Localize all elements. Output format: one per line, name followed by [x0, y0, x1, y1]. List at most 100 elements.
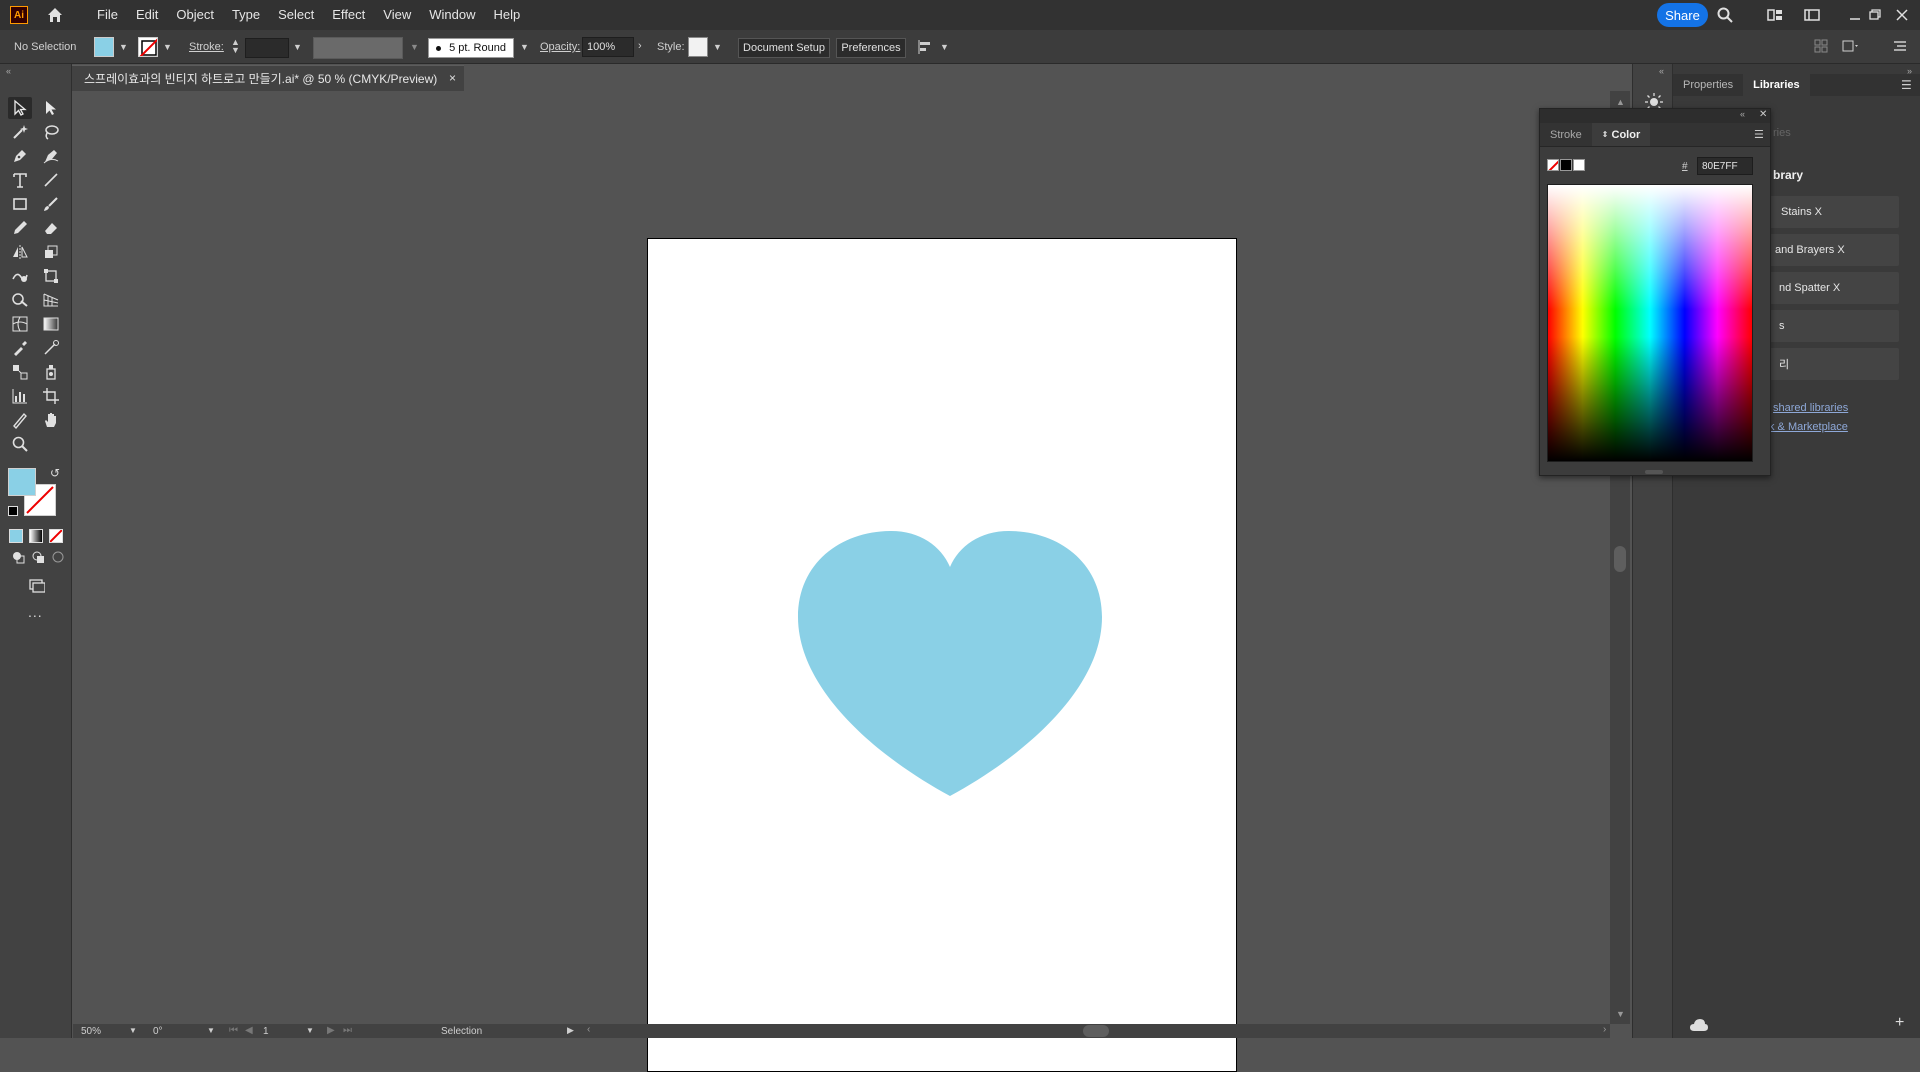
curvature-tool[interactable] [39, 145, 63, 167]
fill-swatch[interactable] [94, 37, 114, 57]
black-swatch[interactable] [1560, 159, 1572, 171]
stroke-dropdown-icon[interactable]: ▼ [163, 42, 172, 52]
menu-effect[interactable]: Effect [323, 0, 374, 30]
scale-tool[interactable] [39, 241, 63, 263]
zoom-tool[interactable] [8, 433, 32, 455]
color-panel-menu-icon[interactable]: ☰ [1754, 128, 1764, 141]
color-spectrum[interactable] [1547, 184, 1753, 462]
search-button[interactable] [1716, 6, 1734, 24]
type-tool[interactable] [8, 169, 32, 191]
tab-color[interactable]: ⇕ Color [1591, 123, 1651, 146]
panel-options-button[interactable] [1814, 39, 1828, 53]
scroll-right-icon[interactable]: › [1603, 1024, 1606, 1035]
share-button[interactable]: Share [1657, 3, 1708, 27]
scroll-down-icon[interactable]: ▼ [1616, 1009, 1625, 1019]
brush-dropdown-icon[interactable]: ▼ [520, 42, 529, 52]
direct-selection-tool[interactable] [39, 97, 63, 119]
white-swatch[interactable] [1573, 159, 1585, 171]
style-dropdown-icon[interactable]: ▼ [713, 42, 722, 52]
symbol-sprayer-tool[interactable] [39, 361, 63, 383]
arrange-documents-button[interactable] [1766, 6, 1784, 24]
tab-libraries[interactable]: Libraries [1743, 74, 1810, 96]
brush-definition[interactable]: 5 pt. Round [428, 38, 514, 58]
change-screen-mode[interactable] [24, 574, 48, 596]
selection-tool[interactable] [8, 97, 32, 119]
add-library-icon[interactable]: + [1895, 1014, 1904, 1032]
profile-dropdown-icon[interactable]: ▼ [410, 42, 419, 52]
layout-options-button[interactable] [1842, 39, 1860, 53]
gradient-mode-button[interactable] [29, 529, 43, 543]
artboard-tool[interactable] [39, 385, 63, 407]
warp-tool[interactable] [8, 265, 32, 287]
hand-tool[interactable] [39, 409, 63, 431]
collapse-color-panel-icon[interactable]: « [1740, 109, 1745, 119]
color-mode-button[interactable] [9, 529, 23, 543]
menu-window[interactable]: Window [420, 0, 484, 30]
home-button[interactable] [44, 4, 66, 26]
workspace-switcher-button[interactable] [1803, 6, 1821, 24]
align-options-button[interactable] [918, 39, 934, 55]
hex-color-input[interactable]: 80E7FF [1697, 157, 1753, 175]
marketplace-link[interactable]: k & Marketplace [1769, 421, 1848, 433]
zoom-dropdown-icon[interactable]: ▼ [129, 1026, 137, 1035]
menu-select[interactable]: Select [269, 0, 323, 30]
menu-type[interactable]: Type [223, 0, 269, 30]
paintbrush-tool[interactable] [39, 193, 63, 215]
menu-object[interactable]: Object [167, 0, 223, 30]
menu-view[interactable]: View [374, 0, 420, 30]
edit-toolbar-button[interactable]: ... [28, 604, 43, 620]
column-graph-tool[interactable] [8, 385, 32, 407]
zoom-level-field[interactable]: 50% [81, 1026, 101, 1037]
cloud-sync-button[interactable] [1689, 1018, 1709, 1032]
stroke-swatch[interactable] [138, 37, 158, 57]
gradient-tool[interactable] [39, 313, 63, 335]
lasso-tool[interactable] [39, 121, 63, 143]
perspective-grid-tool[interactable] [39, 289, 63, 311]
default-fill-stroke-icon[interactable] [8, 506, 18, 516]
preferences-button[interactable]: Preferences [836, 38, 906, 58]
eraser-tool[interactable] [39, 217, 63, 239]
slice-tool[interactable] [8, 409, 32, 431]
align-dropdown-icon[interactable]: ▼ [940, 42, 949, 52]
none-swatch[interactable] [1547, 159, 1559, 171]
rectangle-tool[interactable] [8, 193, 32, 215]
pen-tool[interactable] [8, 145, 32, 167]
opacity-expand-icon[interactable]: › [638, 40, 642, 52]
shared-libraries-link[interactable]: shared libraries [1773, 402, 1848, 414]
stroke-weight-dropdown-icon[interactable]: ▼ [293, 42, 302, 52]
menu-file[interactable]: File [88, 0, 127, 30]
shape-builder-tool[interactable] [8, 289, 32, 311]
heart-shape[interactable] [796, 529, 1104, 799]
fill-color-front[interactable] [8, 468, 36, 496]
menu-edit[interactable]: Edit [127, 0, 167, 30]
stroke-weight-stepper[interactable]: ▲ ▼ [231, 38, 240, 55]
rotation-dropdown-icon[interactable]: ▼ [207, 1026, 215, 1035]
pencil-tool[interactable] [8, 217, 32, 239]
collapse-toolbar-icon[interactable]: « [6, 66, 11, 76]
opacity-label[interactable]: Opacity: [540, 41, 580, 53]
color-panel-title-bar[interactable]: « ✕ [1540, 109, 1770, 123]
control-bar-menu-button[interactable] [1893, 39, 1907, 53]
heart-path[interactable] [798, 531, 1102, 796]
graphic-style-swatch[interactable] [688, 37, 708, 57]
free-transform-tool[interactable] [39, 265, 63, 287]
none-mode-button[interactable] [49, 529, 63, 543]
opacity-input[interactable]: 100% [582, 37, 634, 57]
first-artboard-icon[interactable]: ⏮ [229, 1025, 238, 1036]
canvas-area[interactable] [73, 91, 1618, 1072]
scroll-up-icon[interactable]: ▲ [1616, 97, 1625, 107]
artboard-dropdown-icon[interactable]: ▼ [306, 1026, 314, 1035]
variable-width-profile[interactable] [313, 37, 403, 59]
horizontal-scroll-thumb[interactable] [1083, 1025, 1109, 1037]
swap-fill-stroke-icon[interactable]: ↺ [50, 466, 60, 480]
minimize-window-button[interactable] [1846, 6, 1864, 24]
artboard-number-field[interactable]: 1 [263, 1026, 269, 1037]
next-artboard-icon[interactable]: ▶ [327, 1025, 335, 1036]
tab-stroke[interactable]: Stroke [1540, 123, 1592, 146]
document-tab[interactable]: 스프레이효과의 빈티지 하트로고 만들기.ai* @ 50 % (CMYK/Pr… [72, 65, 464, 91]
blend-tool[interactable] [8, 361, 32, 383]
eyedropper-tool[interactable] [8, 337, 32, 359]
magic-wand-tool[interactable] [8, 121, 32, 143]
stroke-label[interactable]: Stroke: [189, 41, 224, 53]
draw-inside-mode[interactable] [46, 546, 70, 568]
